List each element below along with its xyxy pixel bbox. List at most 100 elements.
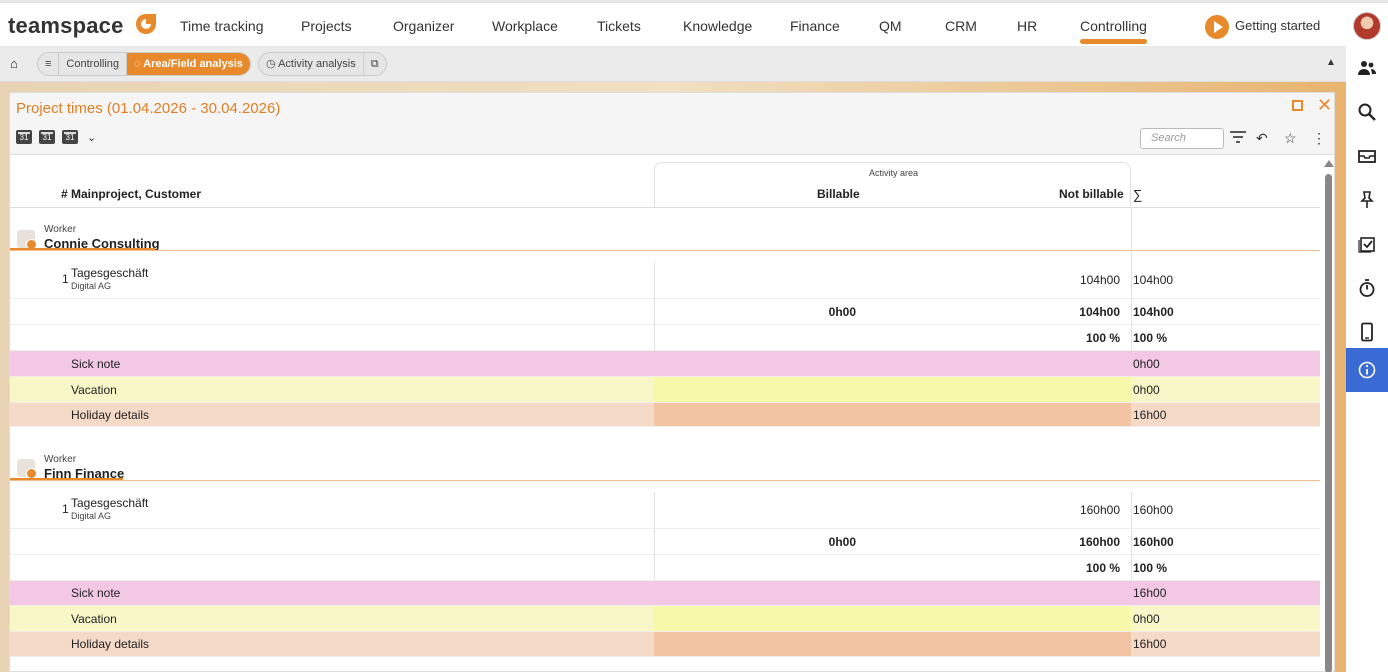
pin-icon[interactable] [1346, 178, 1388, 222]
col-not-billable-header[interactable]: Not billable [1059, 187, 1124, 201]
total-sum: 104h00 [1133, 305, 1174, 319]
sick-note-row[interactable]: Sick note 16h00 [10, 581, 1320, 606]
period-toolbar: 31 31 31 ⌄ [16, 130, 96, 144]
breadcrumb-bar: ⌂ ≡ Controlling ◌ Area/Field analysis ◷ … [0, 46, 1346, 82]
project-index: 1 [62, 272, 69, 286]
vacation-row[interactable]: Vacation 0h00 [10, 606, 1320, 632]
user-avatar[interactable] [1353, 12, 1381, 40]
column-separator [1131, 208, 1132, 351]
close-icon[interactable]: ✕ [1317, 95, 1332, 116]
vacation-highlight [654, 606, 1131, 631]
more-icon[interactable]: ⋮ [1312, 130, 1326, 147]
holiday-label: Holiday details [71, 637, 150, 651]
nav-knowledge[interactable]: Knowledge [683, 18, 752, 34]
nav-time-tracking[interactable]: Time tracking [180, 18, 264, 34]
project-sum: 104h00 [1133, 273, 1174, 287]
sick-note-sum: 0h00 [1133, 357, 1160, 371]
breadcrumb: ≡ Controlling ◌ Area/Field analysis [37, 52, 251, 76]
nav-tickets[interactable]: Tickets [597, 18, 641, 34]
breadcrumb-activity-analysis[interactable]: ◷ Activity analysis [259, 53, 364, 75]
activity-area-label: Activity area [868, 168, 919, 178]
nav-controlling[interactable]: Controlling [1080, 18, 1147, 44]
worker-avatar [17, 459, 37, 479]
project-not-billable: 104h00 [1079, 273, 1120, 287]
header-divider [10, 207, 1320, 208]
column-separator [1131, 492, 1132, 581]
inbox-icon[interactable] [1346, 134, 1388, 178]
percent-sum: 100 % [1133, 561, 1168, 575]
top-navigation: teamspace Time tracking Projects Organiz… [0, 0, 1388, 46]
holiday-highlight [654, 403, 1131, 426]
holiday-row[interactable]: Holiday details 16h00 [10, 403, 1320, 427]
worker-label: Worker [44, 454, 77, 465]
project-not-billable: 160h00 [1079, 503, 1120, 517]
vacation-label: Vacation [71, 612, 117, 626]
table-row[interactable]: 1 Tagesgeschäft Digital AG 160h00 160h00 [10, 492, 1320, 529]
nav-qm[interactable]: QM [879, 18, 902, 34]
project-customer: Digital AG [71, 511, 112, 521]
column-separator [654, 262, 655, 351]
total-not-billable: 160h00 [1079, 535, 1120, 549]
col-main-header[interactable]: # Mainproject, Customer [61, 187, 201, 201]
star-icon[interactable]: ☆ [1284, 130, 1297, 147]
play-icon [1205, 15, 1229, 39]
panel-title: Project times (01.04.2026 - 30.04.2026) [16, 100, 281, 117]
breadcrumb-menu-icon[interactable]: ≡ [38, 53, 60, 75]
project-name: Tagesgeschäft [71, 266, 149, 280]
panel-header: Project times (01.04.2026 - 30.04.2026) … [10, 93, 1334, 155]
vacation-row[interactable]: Vacation 0h00 [10, 377, 1320, 403]
search-icon[interactable] [1346, 90, 1388, 134]
logo-mark-icon [136, 14, 156, 34]
project-customer: Digital AG [71, 281, 112, 291]
vacation-sum: 0h00 [1133, 383, 1160, 397]
nav-projects[interactable]: Projects [301, 18, 352, 34]
nav-crm[interactable]: CRM [945, 18, 977, 34]
collapse-up-icon[interactable]: ▲ [1326, 57, 1336, 68]
table-row[interactable]: 1 Tagesgeschäft Digital AG 104h00 104h00 [10, 262, 1320, 299]
worker-divider [10, 480, 1320, 481]
breadcrumb-activity-label: Activity analysis [278, 58, 356, 70]
project-sum: 160h00 [1133, 503, 1174, 517]
col-billable-header[interactable]: Billable [817, 187, 860, 201]
search-input[interactable]: Search [1140, 128, 1224, 149]
total-sum: 160h00 [1133, 535, 1174, 549]
chevron-down-icon[interactable]: ⌄ [87, 131, 96, 144]
vacation-sum: 0h00 [1133, 612, 1160, 626]
nav-finance[interactable]: Finance [790, 18, 840, 34]
table-row-percent: 100 % 100 % [10, 555, 1320, 581]
project-index: 1 [62, 502, 69, 516]
col-sum-header[interactable]: ∑ [1133, 187, 1142, 202]
users-icon[interactable] [1346, 46, 1388, 90]
sick-note-row[interactable]: Sick note 0h00 [10, 351, 1320, 377]
tasks-icon[interactable] [1346, 222, 1388, 266]
undo-icon[interactable]: ↶ [1256, 130, 1268, 147]
scrollbar-thumb[interactable] [1325, 174, 1332, 672]
breadcrumb-area-field-label: Area/Field analysis [143, 58, 243, 70]
percent-sum: 100 % [1133, 331, 1168, 345]
nav-workplace[interactable]: Workplace [492, 18, 558, 34]
logo[interactable]: teamspace [8, 13, 156, 39]
breadcrumb-controlling[interactable]: Controlling [59, 53, 128, 75]
open-external-icon[interactable]: ⧉ [364, 53, 386, 75]
holiday-label: Holiday details [71, 408, 150, 422]
holiday-sum: 16h00 [1133, 637, 1167, 651]
vertical-scrollbar[interactable] [1323, 158, 1334, 672]
holiday-row[interactable]: Holiday details 16h00 [10, 632, 1320, 657]
calendar-prev-icon[interactable]: 31 [16, 130, 32, 144]
nav-hr[interactable]: HR [1017, 18, 1037, 34]
stopwatch-icon[interactable] [1346, 266, 1388, 310]
calendar-icon[interactable]: 31 [39, 130, 55, 144]
home-icon[interactable]: ⌂ [10, 56, 18, 71]
filter-icon[interactable] [1230, 130, 1246, 147]
activity-area-header: Activity area [654, 162, 1131, 208]
percent-not-billable: 100 % [1085, 561, 1120, 575]
project-name: Tagesgeschäft [71, 496, 149, 510]
total-not-billable: 104h00 [1079, 305, 1120, 319]
expand-icon[interactable] [1292, 100, 1303, 111]
table-row-totals: 0h00 104h00 104h00 [10, 299, 1320, 325]
nav-organizer[interactable]: Organizer [393, 18, 454, 34]
info-icon[interactable] [1346, 348, 1388, 392]
breadcrumb-area-field-analysis[interactable]: ◌ Area/Field analysis [127, 53, 250, 75]
scroll-up-icon[interactable] [1324, 160, 1334, 167]
calendar-next-icon[interactable]: 31 [62, 130, 78, 144]
